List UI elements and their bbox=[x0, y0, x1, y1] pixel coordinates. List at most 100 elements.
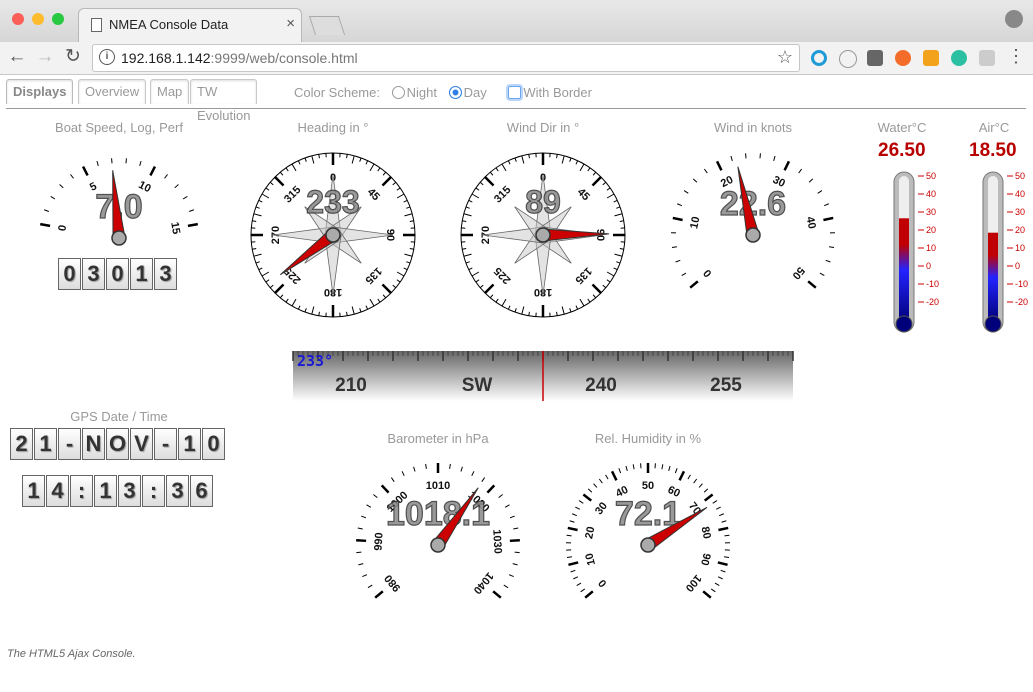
extension-icon[interactable] bbox=[951, 50, 967, 66]
barometer-label: Barometer in hPa bbox=[387, 431, 489, 446]
tick-label: 20 bbox=[583, 525, 597, 539]
needle-hub bbox=[111, 230, 127, 246]
minor-tick bbox=[503, 584, 509, 589]
tab-displays[interactable]: Displays bbox=[6, 79, 74, 104]
band-mark: SW bbox=[462, 375, 493, 396]
reload-icon[interactable]: ↻ bbox=[62, 45, 84, 69]
major-tick bbox=[149, 165, 157, 177]
date-digit: 0 bbox=[202, 428, 225, 460]
minor-tick bbox=[512, 563, 518, 566]
minor-tick bbox=[164, 174, 168, 179]
thermometer-tick-label: 10 bbox=[1015, 243, 1025, 253]
wind-speed-label: Wind in knots bbox=[713, 120, 793, 135]
gauge-value: 89 bbox=[525, 184, 561, 220]
profile-icon[interactable] bbox=[1005, 10, 1023, 28]
extension-icon[interactable] bbox=[895, 50, 911, 66]
tab-map[interactable]: Map bbox=[150, 79, 190, 104]
minor-tick bbox=[632, 464, 635, 470]
minor-tick bbox=[823, 203, 830, 207]
compass-tick bbox=[252, 220, 257, 222]
minor-tick bbox=[575, 506, 580, 510]
minor-tick bbox=[460, 466, 463, 472]
band-mark: 210 bbox=[335, 375, 367, 396]
minor-tick bbox=[687, 474, 691, 480]
extension-icon[interactable] bbox=[979, 50, 995, 66]
with-border-checkbox[interactable] bbox=[508, 86, 522, 99]
humidity-label: Rel. Humidity in % bbox=[594, 431, 702, 446]
tab-overview[interactable]: Overview bbox=[78, 79, 147, 104]
thermometer-tick-label: -10 bbox=[926, 279, 939, 289]
needle-hub bbox=[535, 227, 551, 243]
gauge-value: 233 bbox=[306, 184, 359, 220]
log-digit: 0 bbox=[106, 258, 129, 290]
forward-icon[interactable]: → bbox=[34, 45, 56, 69]
minor-tick bbox=[59, 184, 64, 189]
minor-tick bbox=[43, 209, 50, 212]
boat-speed-gauge: 0510157.0 bbox=[39, 158, 199, 246]
major-tick bbox=[715, 160, 723, 171]
minor-tick bbox=[70, 174, 74, 179]
address-bar[interactable]: i 192.168.1.142:9999/web/console.html ☆ bbox=[92, 44, 800, 72]
tick-label: 1040 bbox=[471, 570, 496, 596]
extension-icon[interactable] bbox=[839, 50, 857, 68]
minor-tick bbox=[449, 463, 451, 469]
night-radio[interactable] bbox=[391, 86, 405, 99]
minor-tick bbox=[401, 471, 405, 477]
minor-tick bbox=[717, 576, 723, 580]
compass-tick bbox=[462, 220, 467, 222]
info-icon[interactable]: i bbox=[99, 49, 115, 65]
extension-icon[interactable] bbox=[923, 50, 939, 66]
band-value: 233° bbox=[297, 352, 333, 370]
major-tick bbox=[81, 165, 89, 177]
minimize-window-icon[interactable] bbox=[32, 13, 44, 25]
tab-tw-evolution[interactable]: TW Evolution bbox=[190, 79, 258, 123]
tick-label: 1030 bbox=[490, 529, 503, 554]
minor-tick bbox=[712, 500, 718, 504]
band-mark: 255 bbox=[710, 375, 742, 396]
compass-tick bbox=[528, 154, 530, 159]
minor-tick bbox=[808, 178, 814, 183]
minor-tick bbox=[580, 588, 586, 593]
minor-tick bbox=[724, 556, 730, 559]
bookmark-star-icon[interactable]: ☆ bbox=[777, 47, 793, 68]
major-tick bbox=[582, 493, 593, 502]
minor-tick bbox=[676, 203, 683, 207]
menu-icon[interactable]: ⋮ bbox=[1007, 46, 1025, 67]
minor-tick bbox=[721, 520, 727, 523]
minor-tick bbox=[498, 494, 503, 498]
time-digit: : bbox=[70, 475, 93, 507]
minor-tick bbox=[566, 556, 572, 559]
new-tab-button[interactable] bbox=[308, 16, 346, 35]
close-window-icon[interactable] bbox=[12, 13, 24, 25]
minor-tick bbox=[425, 463, 427, 469]
maximize-window-icon[interactable] bbox=[52, 13, 64, 25]
major-tick bbox=[610, 470, 618, 481]
major-tick bbox=[374, 590, 384, 599]
back-icon[interactable]: ← bbox=[6, 45, 28, 69]
browser-tab[interactable]: NMEA Console Data × bbox=[78, 8, 302, 43]
day-radio[interactable] bbox=[448, 86, 462, 99]
heading-label: Heading in ° bbox=[297, 120, 369, 135]
date-digit: V bbox=[130, 428, 153, 460]
thermometer-tick-label: 20 bbox=[1015, 225, 1025, 235]
minor-tick bbox=[618, 468, 622, 474]
minor-tick bbox=[683, 190, 689, 194]
compass-tick bbox=[619, 248, 624, 250]
tick-label: 15 bbox=[168, 221, 182, 235]
thermometer-tick-label: 30 bbox=[926, 207, 936, 217]
compass-tick bbox=[462, 248, 467, 250]
major-tick bbox=[486, 484, 496, 494]
air-temp-label: Air°C bbox=[978, 120, 1010, 135]
minor-tick bbox=[671, 246, 677, 249]
compass-tick bbox=[528, 311, 530, 316]
compass-tick bbox=[252, 248, 257, 250]
extension-icon[interactable] bbox=[867, 50, 883, 66]
extension-icon[interactable] bbox=[811, 50, 827, 66]
log-digit: 1 bbox=[130, 258, 153, 290]
tab-title: NMEA Console Data bbox=[109, 17, 229, 32]
minor-tick bbox=[661, 464, 664, 470]
major-tick bbox=[567, 526, 578, 532]
close-tab-icon[interactable]: × bbox=[286, 15, 295, 32]
minor-tick bbox=[96, 160, 99, 167]
compass-tick bbox=[409, 220, 414, 222]
